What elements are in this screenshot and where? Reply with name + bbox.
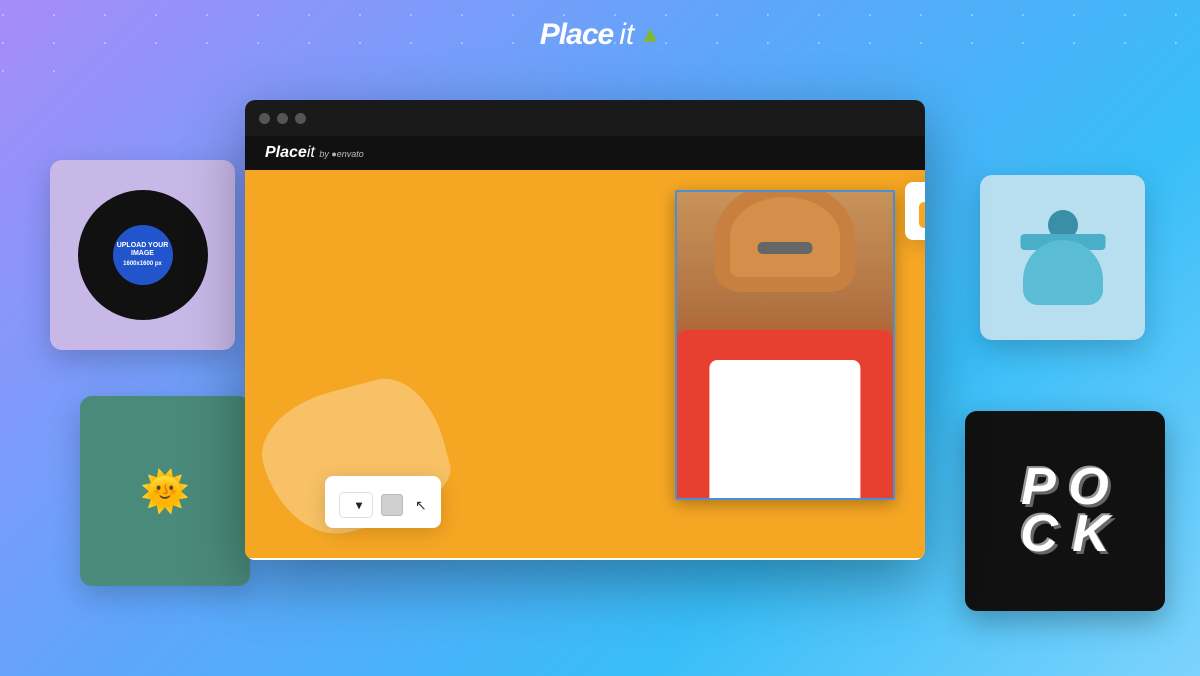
bg-color-row: ▾: [919, 202, 925, 228]
window-dot-green: [295, 113, 306, 124]
rock-letter-ck: C K: [1020, 511, 1110, 558]
logo-by-envato: [640, 28, 660, 42]
rock-text-container: P O C K: [1020, 464, 1110, 558]
window-dot-yellow: [277, 113, 288, 124]
vinyl-label-text: UPLOAD YOUR IMAGE 1600x1600 px: [113, 242, 173, 269]
sun-icon: 🌞: [140, 468, 190, 515]
vinyl-disc: UPLOAD YOUR IMAGE 1600x1600 px: [78, 190, 208, 320]
beanie-visual: [1013, 210, 1113, 305]
browser-content: ▾ ⤢ UploadImage ▾ ↖: [245, 170, 925, 558]
browser-navbar: Placeit by ●envato: [245, 136, 925, 170]
browser-logo: Placeit by ●envato: [265, 144, 364, 162]
model-photo[interactable]: [675, 190, 895, 500]
window-dot-red: [259, 113, 270, 124]
browser-window: Placeit by ●envato: [245, 100, 925, 560]
vinyl-label: UPLOAD YOUR IMAGE 1600x1600 px: [113, 225, 173, 285]
model-shirt: [709, 360, 860, 498]
logo-it-text: it: [619, 18, 634, 52]
model-hair: [730, 197, 840, 277]
rock-letter-p: P O: [1020, 464, 1110, 511]
font-dropdown-chevron-icon: ▾: [356, 498, 362, 512]
browser-logo-it: it: [307, 144, 315, 161]
font-select[interactable]: ▾: [339, 492, 373, 518]
font-color-swatch[interactable]: [381, 494, 403, 516]
top-logo: Placeit: [540, 18, 660, 52]
model-sunglasses: [758, 242, 813, 254]
card-beanie: [980, 175, 1145, 340]
browser-titlebar: [245, 100, 925, 136]
card-morning: 🌞: [80, 396, 250, 586]
card-vinyl: UPLOAD YOUR IMAGE 1600x1600 px: [50, 160, 235, 350]
bg-color-swatch[interactable]: [919, 202, 925, 228]
background-panel: ▾: [905, 182, 925, 240]
browser-logo-place: Place: [265, 144, 307, 161]
envato-leaf-icon: [643, 28, 657, 42]
logo-place-text: Place: [540, 18, 613, 52]
browser-logo-by-envato: by ●envato: [317, 149, 364, 159]
text-panel: ▾ ↖: [325, 476, 441, 528]
text-font-row: ▾ ↖: [339, 492, 427, 518]
cursor-icon: ↖: [415, 497, 427, 514]
card-rock: P O C K: [965, 411, 1165, 611]
